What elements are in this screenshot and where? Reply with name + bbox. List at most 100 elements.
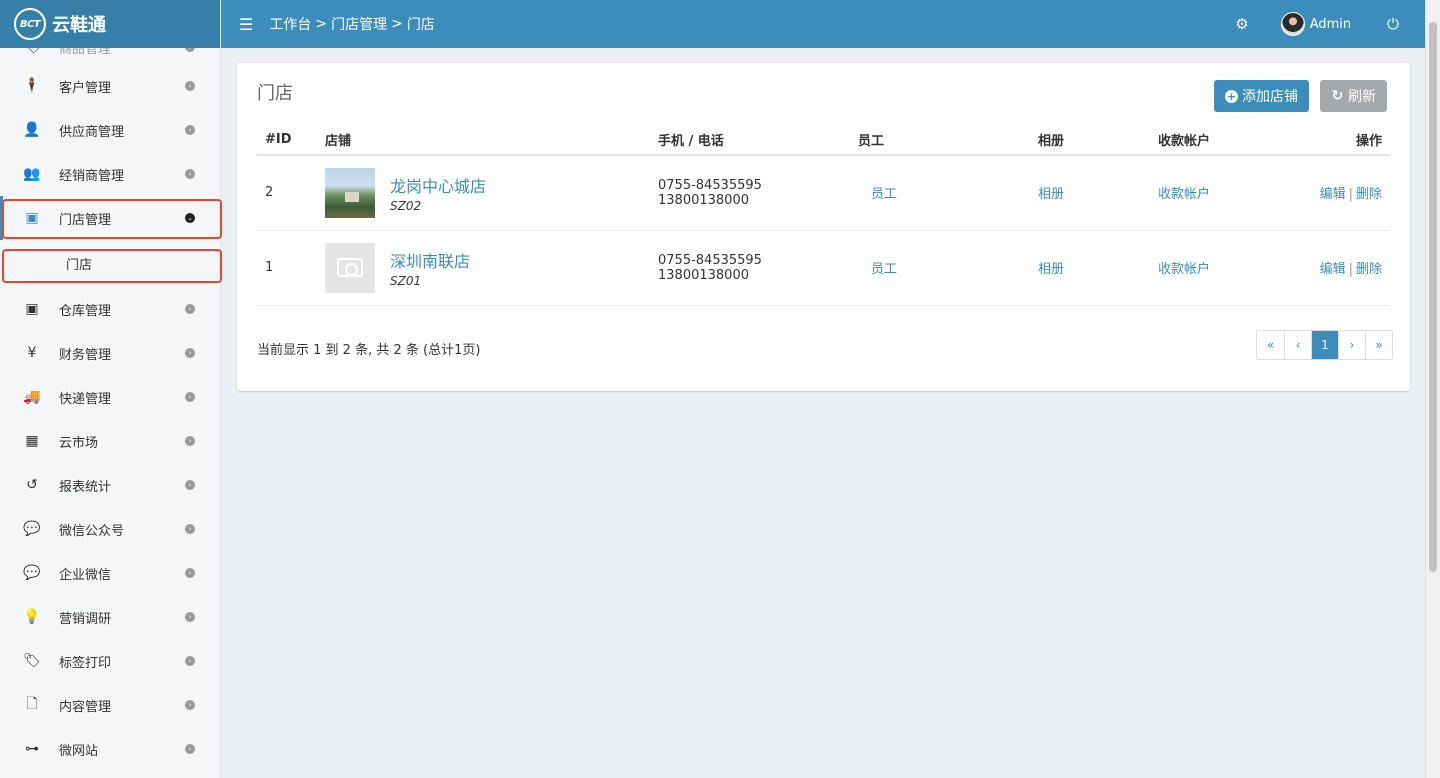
chevron-right-icon: › [185, 744, 195, 754]
breadcrumb-store-management[interactable]: 门店管理 [331, 14, 387, 34]
chevron-right-icon: › [185, 612, 195, 622]
chevron-right-icon: › [185, 700, 195, 710]
sidebar-item-content[interactable]: 🗋 内容管理 › [0, 683, 220, 727]
breadcrumb-separator: > [391, 16, 403, 32]
chevron-right-icon: › [185, 81, 195, 91]
column-header-id: #ID [257, 125, 317, 156]
store-name-link[interactable]: 深圳南联店 [390, 248, 470, 272]
store-name-link[interactable]: 龙岗中心城店 [390, 173, 486, 197]
sidebar-item-label-print[interactable]: 🏷 标签打印 › [0, 639, 220, 683]
sidebar-item-microsite[interactable]: ⊶ 微网站 › [0, 727, 220, 771]
delete-link[interactable]: 删除 [1356, 262, 1382, 277]
sidebar-menu: 🏷 商品管理 › 🕴 客户管理 › 👤 供应商管理 › 👥 经销商管理 › ▣ … [0, 30, 220, 771]
sidebar-item-wechat-work[interactable]: 💬 企业微信 › [0, 551, 220, 595]
user-icon: 👤 [23, 122, 41, 138]
page-last-button[interactable]: » [1365, 331, 1392, 359]
sidebar-item-customers[interactable]: 🕴 客户管理 › [0, 64, 220, 108]
delete-link[interactable]: 删除 [1356, 187, 1382, 202]
refresh-icon: ↻ [1331, 87, 1344, 104]
store-thumbnail[interactable] [325, 167, 375, 218]
chevron-right-icon: › [185, 480, 195, 490]
cell-album: 相册 [1030, 155, 1150, 231]
cell-album: 相册 [1030, 230, 1150, 306]
mobile-number: 13800138000 [658, 192, 749, 208]
sidebar-item-reports[interactable]: ↺ 报表统计 › [0, 463, 220, 507]
cell-id: 1 [257, 230, 317, 306]
breadcrumb-workbench[interactable]: 工作台 [269, 14, 311, 34]
highlight-box-store-submenu [2, 249, 222, 283]
table-header-row: #ID 店铺 手机 / 电话 员工 相册 收款帐户 操作 [257, 125, 1390, 156]
cell-store: 深圳南联店 SZ01 [317, 230, 650, 306]
scrollbar-thumb[interactable] [1429, 22, 1437, 572]
table-row: 1 深圳南联店 SZ01 0755-84535595 13800138000 员… [257, 230, 1390, 306]
sidebar-item-warehouse[interactable]: ▣ 仓库管理 › [0, 287, 220, 331]
page-next-button[interactable]: › [1338, 331, 1365, 359]
add-store-button[interactable]: + 添加店铺 [1214, 80, 1309, 112]
wechat-icon: 💬 [23, 565, 41, 581]
cell-phone: 0755-84535595 13800138000 [650, 230, 850, 306]
refresh-button[interactable]: ↻ 刷新 [1320, 80, 1387, 112]
sidebar-item-express[interactable]: 🚚 快递管理 › [0, 375, 220, 419]
plus-circle-icon: + [1225, 89, 1238, 103]
edit-link[interactable]: 编辑 [1320, 262, 1346, 277]
file-icon: 🗋 [26, 696, 38, 712]
chevron-right-icon: › [185, 392, 195, 402]
account-link[interactable]: 收款帐户 [1158, 262, 1210, 277]
camera-icon [337, 258, 363, 277]
users-icon: 👥 [23, 166, 41, 182]
truck-icon: 🚚 [23, 389, 41, 405]
page-scrollbar[interactable] [1425, 0, 1440, 778]
page-current-button[interactable]: 1 [1311, 331, 1338, 359]
sidebar-item-marketing[interactable]: 💡 营销调研 › [0, 595, 220, 639]
sidebar-item-label: 客户管理 [59, 80, 112, 96]
sidebar-item-finance[interactable]: ¥ 财务管理 › [0, 331, 220, 375]
store-table: #ID 店铺 手机 / 电话 员工 相册 收款帐户 操作 2 龙岗中心城店 SZ… [257, 125, 1390, 306]
tags-icon: 🏷 [23, 653, 41, 669]
staff-link[interactable]: 员工 [871, 262, 897, 277]
album-link[interactable]: 相册 [1038, 187, 1064, 202]
top-header: ☰ 工作台 > 门店管理 > 门店 ⚙ Admin ⏻ [221, 0, 1425, 48]
pagination-summary: 当前显示 1 到 2 条, 共 2 条 (总计1页) [257, 343, 481, 358]
sidebar: 🏷 商品管理 › 🕴 客户管理 › 👤 供应商管理 › 👥 经销商管理 › ▣ … [0, 0, 221, 778]
logo-badge: BCT [14, 8, 46, 40]
user-name[interactable]: Admin [1310, 17, 1351, 32]
mobile-number: 13800138000 [658, 267, 749, 283]
phone-number: 0755-84535595 [658, 252, 762, 268]
lightbulb-icon: 💡 [23, 609, 41, 625]
sidebar-item-label: 财务管理 [59, 347, 112, 363]
breadcrumb-separator: > [315, 16, 328, 32]
sidebar-item-suppliers[interactable]: 👤 供应商管理 › [0, 108, 220, 152]
cell-actions: 编辑 | 删除 [1300, 230, 1390, 306]
cell-staff: 员工 [850, 230, 1030, 306]
header-right: ⚙ Admin ⏻ [1235, 0, 1425, 48]
store-code: SZ01 [390, 273, 422, 288]
cell-phone: 0755-84535595 13800138000 [650, 155, 850, 231]
chevron-right-icon: › [185, 304, 195, 314]
hamburger-menu-icon[interactable]: ☰ [239, 15, 253, 34]
staff-link[interactable]: 员工 [871, 187, 897, 202]
account-link[interactable]: 收款帐户 [1158, 187, 1210, 202]
app-logo[interactable]: BCT 云鞋通 [0, 0, 220, 48]
store-thumbnail[interactable] [325, 242, 375, 293]
sidebar-item-market[interactable]: ▦ 云市场 › [0, 419, 220, 463]
action-separator: | [1348, 187, 1353, 203]
sidebar-item-wechat-official[interactable]: 💬 微信公众号 › [0, 507, 220, 551]
sidebar-item-dealers[interactable]: 👥 经销商管理 › [0, 152, 220, 196]
gear-icon[interactable]: ⚙ [1235, 15, 1248, 33]
sidebar-item-label: 经销商管理 [59, 168, 125, 184]
avatar[interactable] [1280, 12, 1305, 36]
power-icon[interactable]: ⏻ [1387, 15, 1399, 33]
wechat-icon: 💬 [23, 521, 41, 537]
page-first-button[interactable]: « [1257, 331, 1284, 359]
sidebar-item-label: 云市场 [59, 435, 99, 451]
app-name: 云鞋通 [52, 15, 106, 36]
page-prev-button[interactable]: ‹ [1284, 331, 1311, 359]
edit-link[interactable]: 编辑 [1320, 187, 1346, 202]
chevron-right-icon: › [185, 169, 195, 179]
phone-number: 0755-84535595 [658, 177, 762, 193]
album-link[interactable]: 相册 [1038, 262, 1064, 277]
highlight-box-stores-menu [2, 199, 222, 239]
chevron-right-icon: › [185, 568, 195, 578]
sidebar-item-label: 供应商管理 [59, 124, 125, 140]
chevron-right-icon: › [185, 125, 195, 135]
